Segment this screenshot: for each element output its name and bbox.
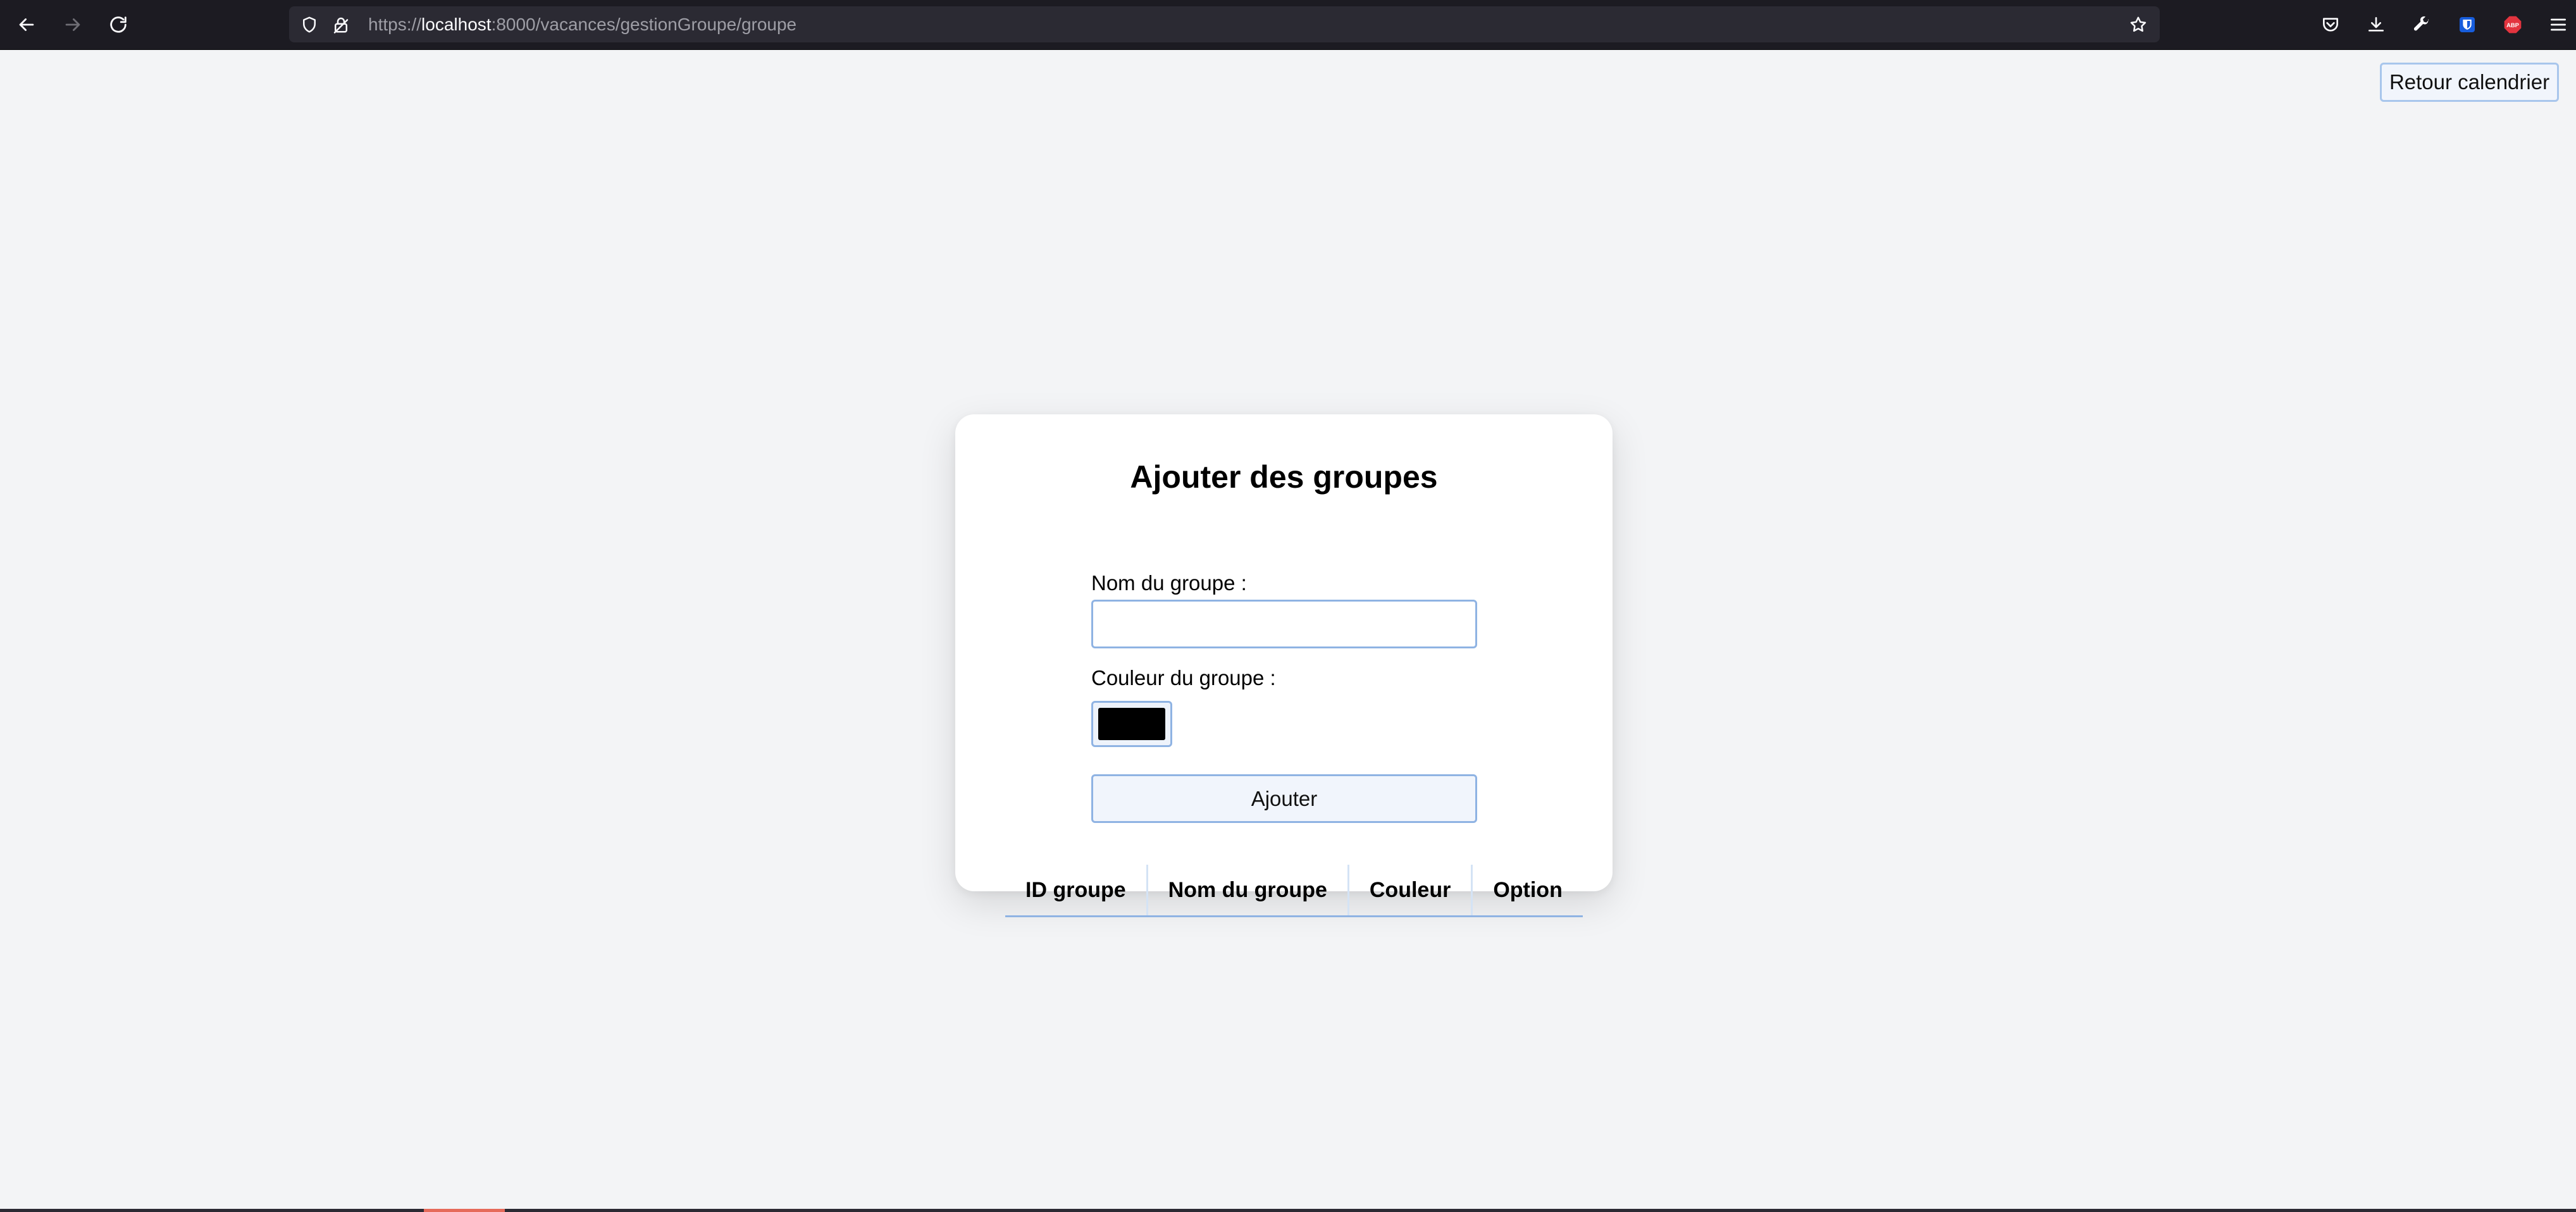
back-arrow-icon[interactable] <box>14 12 39 37</box>
bottom-strip <box>0 1209 2576 1212</box>
column-header-color: Couleur <box>1347 865 1472 917</box>
bookmark-star-icon[interactable] <box>2129 15 2148 34</box>
bitwarden-icon[interactable] <box>2455 12 2480 37</box>
color-swatch <box>1098 708 1165 740</box>
menu-icon[interactable] <box>2546 12 2571 37</box>
add-group-card: Ajouter des groupes Nom du groupe : Coul… <box>955 414 1613 917</box>
add-group-button[interactable]: Ajouter <box>1091 774 1477 823</box>
page-title: Ajouter des groupes <box>1130 459 1438 495</box>
group-color-picker[interactable] <box>1091 701 1172 747</box>
pocket-icon[interactable] <box>2318 12 2343 37</box>
url-path: :8000/vacances/gestionGroupe/groupe <box>491 15 797 34</box>
group-name-label: Nom du groupe : <box>1091 571 1247 595</box>
wrench-icon[interactable] <box>2409 12 2434 37</box>
shield-icon[interactable] <box>300 15 319 34</box>
group-color-label: Couleur du groupe : <box>1091 666 1276 689</box>
adblock-icon[interactable]: ABP <box>2500 12 2525 37</box>
url-bar[interactable]: https://localhost:8000/vacances/gestionG… <box>289 6 2160 42</box>
adblock-label: ABP <box>2506 22 2519 28</box>
url-host: localhost <box>421 15 492 34</box>
groups-table: ID groupe Nom du groupe Couleur Option <box>1005 865 1583 917</box>
column-header-option: Option <box>1471 865 1583 917</box>
reload-icon[interactable] <box>106 12 131 37</box>
column-header-name: Nom du groupe <box>1146 865 1349 917</box>
page-content: Retour calendrier Ajouter des groupes No… <box>0 50 2576 1212</box>
forward-arrow-icon[interactable] <box>60 12 85 37</box>
download-icon[interactable] <box>2363 12 2389 37</box>
browser-toolbar: https://localhost:8000/vacances/gestionG… <box>0 0 2576 50</box>
url-prefix: https:// <box>368 15 422 34</box>
back-to-calendar-button[interactable]: Retour calendrier <box>2380 63 2559 102</box>
bottom-accent <box>424 1209 505 1212</box>
lock-icon[interactable] <box>331 15 350 34</box>
group-name-input[interactable] <box>1091 600 1477 648</box>
table-header-row: ID groupe Nom du groupe Couleur Option <box>1005 865 1583 917</box>
column-header-id: ID groupe <box>1005 865 1148 917</box>
url-text[interactable]: https://localhost:8000/vacances/gestionG… <box>368 6 796 42</box>
